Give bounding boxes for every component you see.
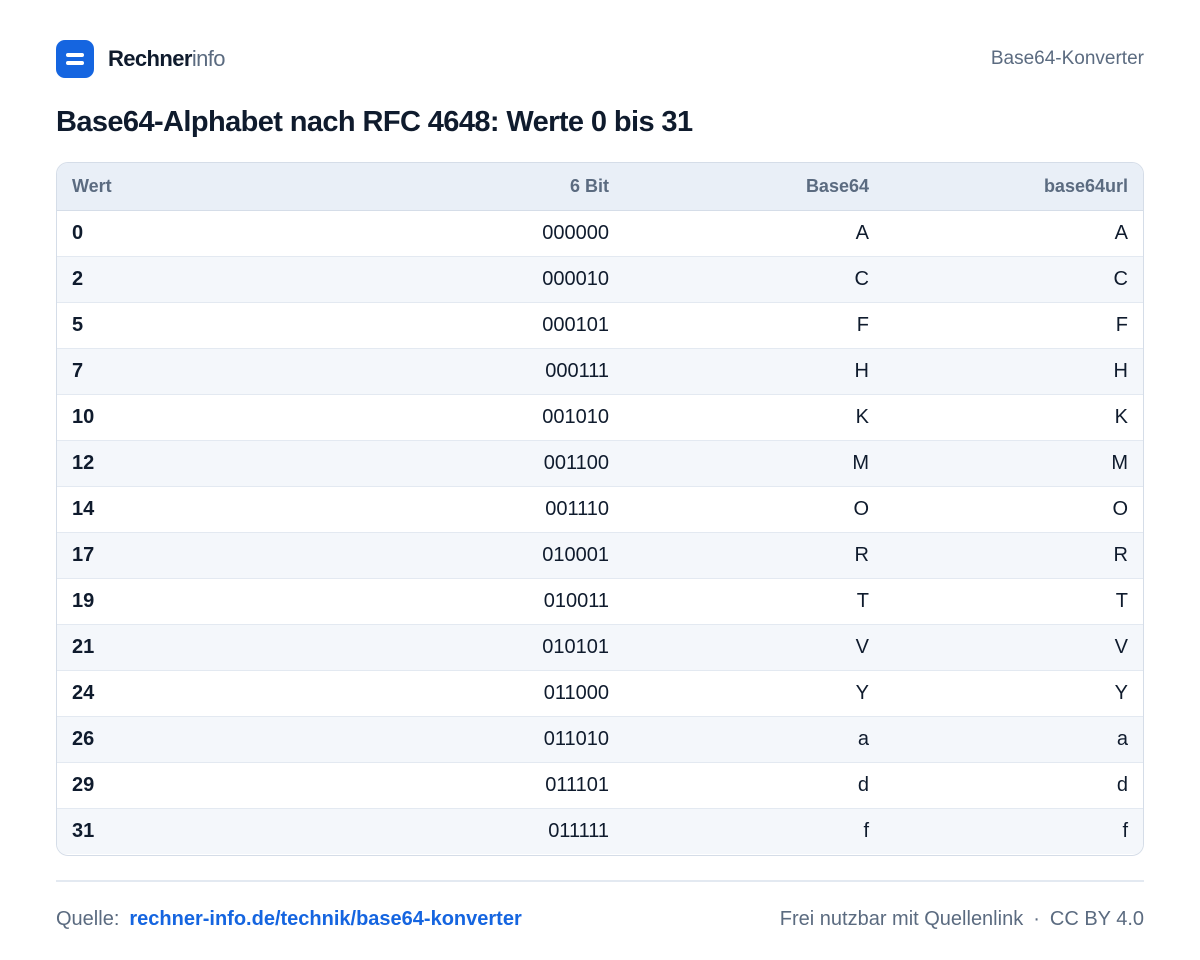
cell-value: 0 [72,221,84,244]
column-header-bits: 6 Bit [402,163,624,211]
column-header-base64: Base64 [624,163,884,211]
column-header-base64url: base64url [884,163,1143,211]
cell-bits: 011010 [402,715,624,762]
cell-base64url: V [884,623,1143,670]
cell-base64url: O [884,485,1143,532]
page-title: Base64-Alphabet nach RFC 4648: Werte 0 b… [56,106,693,138]
alphabet-table: Wert 6 Bit Base64 base64url 0 000000 A A 2 00… [56,162,1144,856]
cell-bits: 001010 [402,393,624,440]
cell-bits: 000010 [402,255,624,302]
cell-base64: A [855,221,869,244]
cell-base64url: A [1114,221,1128,244]
cell-bits: 011000 [402,669,624,716]
table-row: 7 000111 H H [57,347,1143,394]
cell-value: 19 [57,577,402,624]
separator-dot: · [1033,907,1040,930]
cell-base64url: Y [884,669,1143,716]
cell-bits: 010001 [402,531,624,578]
column-header-value: Wert [57,163,402,211]
cell-base64: H [624,347,884,394]
table-row: 0 000000 A A [57,210,1143,256]
brand-name-strong: Rechner [108,46,192,71]
cell-base64url: K [884,393,1143,440]
cell-base64url: a [884,715,1143,762]
cell-value: 7 [57,347,402,394]
cell-bits: 000111 [402,347,624,394]
cell-value: 14 [57,485,402,532]
footer-divider [56,880,1144,882]
cell-bits: 010101 [402,623,624,670]
site-header: Rechnerinfo Base64-Konverter [56,40,1144,78]
table-row: 19 010011 T T [57,577,1143,624]
cell-base64: O [624,485,884,532]
brand-name-light: info [191,46,226,71]
cell-base64: Y [624,669,884,716]
cell-bits: 001100 [402,439,624,486]
cell-value: 12 [57,439,402,486]
table-row: 10 001010 K K [57,393,1143,440]
source-label: Quelle: [56,907,120,930]
brand-logo[interactable]: Rechnerinfo [56,40,226,78]
cell-base64url: C [884,255,1143,302]
table-row: 21 010101 V V [57,623,1143,670]
footer: Quelle: rechner-info.de/technik/base64-ko… [56,904,1144,934]
cell-base64url: F [884,301,1143,348]
cell-value: 17 [57,531,402,578]
brand-name: Rechnerinfo [108,46,226,72]
cell-base64: V [624,623,884,670]
menu-lines-icon [56,40,94,78]
cell-base64url: R [884,531,1143,578]
cell-base64: C [624,255,884,302]
cell-base64: a [624,715,884,762]
cell-base64: T [624,577,884,624]
cell-base64: R [624,531,884,578]
cell-base64: f [624,807,884,854]
table-row: 26 011010 a a [57,715,1143,762]
table-row: 14 001110 O O [57,485,1143,532]
cell-bits: 010011 [402,577,624,624]
cell-value: 2 [57,255,402,302]
cell-base64: F [624,301,884,348]
cell-value: 26 [57,715,402,762]
cell-value: 24 [57,669,402,716]
table-row: 12 001100 M M [57,439,1143,486]
table-row: 29 011101 d d [57,761,1143,808]
cell-base64: M [624,439,884,486]
cell-base64url: T [884,577,1143,624]
table-row: 24 011000 Y Y [57,669,1143,716]
table-row: 31 011111 f f [57,807,1143,854]
cell-bits: 011111 [402,807,624,854]
cell-base64url: M [884,439,1143,486]
section-label: Base64-Konverter [990,48,1144,69]
cell-base64: d [624,761,884,808]
table-header-row: Wert 6 Bit Base64 base64url [57,163,1143,211]
source-info: Quelle: rechner-info.de/technik/base64-ko… [56,908,522,931]
cell-bits: 001110 [402,485,624,532]
cell-base64url: H [884,347,1143,394]
cell-bits: 000101 [402,301,624,348]
table-row: 5 000101 F F [57,301,1143,348]
table-row: 2 000010 C C [57,255,1143,302]
cell-bits: 011101 [402,761,624,808]
cell-value: 5 [57,301,402,348]
cell-value: 10 [57,393,402,440]
license-info: Frei nutzbar mit Quellenlink · CC BY 4.0 [780,908,1144,931]
cell-base64: K [624,393,884,440]
cell-value: 29 [57,761,402,808]
cell-value: 21 [57,623,402,670]
table-row: 17 010001 R R [57,531,1143,578]
cell-bits: 000000 [542,221,609,244]
license-name: CC BY 4.0 [1049,907,1144,930]
cell-value: 31 [57,807,402,854]
license-text: Frei nutzbar mit Quellenlink [779,907,1024,930]
cell-base64url: f [884,807,1143,854]
cell-base64url: d [884,761,1143,808]
source-link[interactable]: rechner-info.de/technik/base64-konverter [129,908,521,930]
